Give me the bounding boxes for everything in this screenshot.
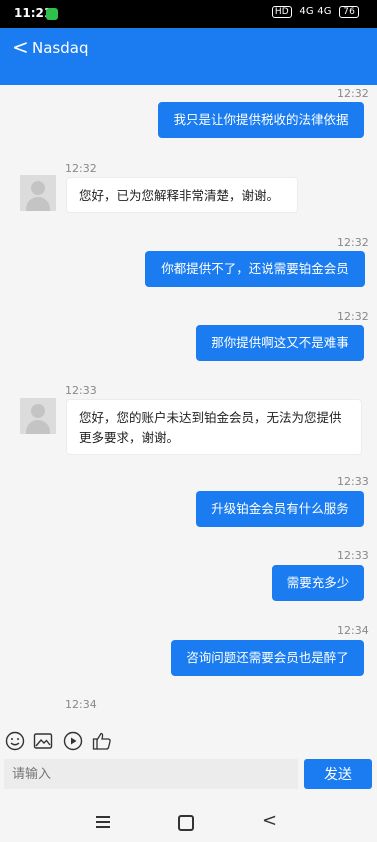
signal-indicators: 4G 4G [299,6,332,17]
message-time: 12:32 [65,162,97,175]
status-bar: 11:21 HD 4G 4G 76 [0,0,377,28]
message-bubble-incoming[interactable]: 您好，您的账户未达到铂金会员，无法为您提供更多要求，谢谢。 [66,399,362,455]
message-input[interactable] [4,759,298,789]
send-button[interactable]: 发送 [304,759,372,789]
message-bubble-outgoing[interactable]: 我只是让你提供税收的法律依据 [158,102,364,138]
message-time: 12:33 [65,384,97,397]
message-time: 12:32 [337,87,369,100]
battery-icon: 76 [339,6,359,18]
message-time: 12:32 [337,310,369,323]
video-icon[interactable] [63,731,83,751]
back-arrow-icon[interactable]: < [12,37,29,57]
message-bubble-outgoing[interactable]: 升级铂金会员有什么服务 [196,491,364,527]
message-bubble-outgoing[interactable]: 需要充多少 [272,565,364,601]
home-icon[interactable] [178,815,194,831]
message-time: 12:34 [337,624,369,637]
message-bubble-incoming[interactable]: 您好，已为您解释非常清楚，谢谢。 [66,177,298,213]
input-toolbar [0,725,377,755]
nav-back-icon[interactable]: < [262,810,277,831]
emoji-icon[interactable] [5,731,25,751]
message-bubble-outgoing[interactable]: 那你提供啊这又不是难事 [196,325,364,361]
menu-icon[interactable] [96,816,110,828]
message-time: 12:33 [337,549,369,562]
input-row: 发送 [0,757,377,791]
avatar[interactable] [20,398,56,434]
hd-icon: HD [271,6,292,18]
message-time: 12:32 [337,236,369,249]
wechat-notification-icon [46,8,58,20]
message-bubble-outgoing[interactable]: 咨询问题还需要会员也是醉了 [171,640,364,676]
avatar[interactable] [20,175,56,211]
page-title: Nasdaq [32,39,89,57]
message-time: 12:33 [337,475,369,488]
system-nav-bar: < [0,800,377,842]
image-icon[interactable] [33,731,53,751]
message-time: 12:34 [65,698,97,711]
chat-list[interactable]: 12:32 我只是让你提供税收的法律依据 12:32 您好，已为您解释非常清楚，… [0,85,377,715]
chat-header: < Nasdaq [0,28,377,85]
message-bubble-outgoing[interactable]: 你都提供不了，还说需要铂金会员 [145,251,365,287]
thumbs-up-icon[interactable] [92,731,112,751]
status-indicators: HD 4G 4G 76 [271,6,359,18]
